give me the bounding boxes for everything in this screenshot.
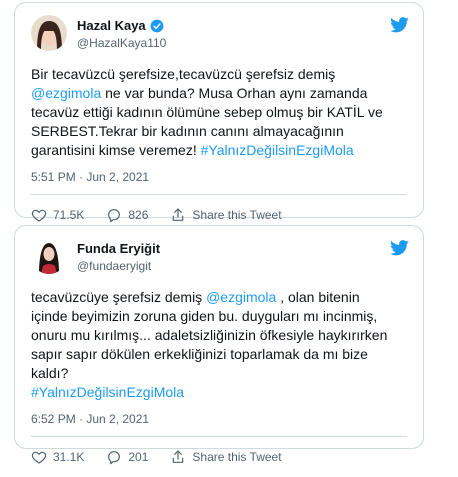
tweet-card-funda-eryigit[interactable]: Funda Eryiğit @fundaeryigit tecavüzcüye …: [14, 225, 424, 465]
share-icon: [173, 450, 184, 463]
tweet-line: onuru mu kırılmış... adaletsizliğinizin …: [31, 327, 388, 343]
heart-icon: [31, 209, 47, 222]
tweet-actions: 31.1K 201 Share this Tweet: [31, 437, 407, 477]
mention-link[interactable]: @ezgimola: [31, 85, 101, 101]
tweet-line: tecavüz ettiği kadının ölümüne sebep olm…: [31, 104, 383, 120]
share-button[interactable]: Share this Tweet: [170, 207, 282, 223]
hashtag-link[interactable]: #YalnızDeğilsinEzgiMola: [31, 384, 184, 400]
tweet-line: @ezgimola ne var bunda? Musa Orhan aynı …: [31, 85, 368, 101]
tweet-line: kaldı?: [31, 365, 69, 381]
author-handle[interactable]: @HazalKaya110: [77, 36, 166, 50]
reply-icon: [108, 209, 121, 223]
like-count: 31.1K: [53, 450, 85, 464]
tweet-text: Bir tecavüzcü şerefsize,tecavüzcü şerefs…: [31, 65, 407, 160]
avatar[interactable]: [31, 238, 67, 274]
tweet-text: tecavüzcüye şerefsiz demiş @ezgimola , o…: [31, 288, 407, 402]
tweet-card-hazal-kaya[interactable]: Hazal Kaya @HazalKaya110 Bir tecavüzcü ş…: [14, 2, 424, 223]
share-label: Share this Tweet: [192, 450, 282, 464]
like-button[interactable]: 71.5K: [31, 207, 84, 223]
reply-icon: [108, 451, 121, 465]
author-name[interactable]: Funda Eryiğit: [77, 241, 160, 256]
tweet-line: içinde beyimizin zoruna giden bu. duygul…: [31, 308, 378, 324]
share-button[interactable]: Share this Tweet: [170, 449, 282, 465]
share-icon: [173, 208, 184, 221]
reply-button[interactable]: 826: [106, 207, 148, 223]
tweet-line: SERBEST.Tekrar bir kadının canını almaya…: [31, 123, 344, 139]
author-name[interactable]: Hazal Kaya: [77, 18, 146, 33]
like-button[interactable]: 31.1K: [31, 449, 84, 465]
tweet-header: Funda Eryiğit @fundaeryigit: [31, 226, 409, 278]
mention-link[interactable]: @ezgimola: [206, 289, 276, 305]
hashtag-link[interactable]: #YalnızDeğilsinEzgiMola: [201, 142, 354, 158]
twitter-bird-icon[interactable]: [390, 17, 409, 33]
tweet-line: sapır sapır dökülen erkekliğinizi toparl…: [31, 346, 368, 362]
heart-icon: [31, 451, 47, 464]
tweet-timestamp[interactable]: 6:52 PM · Jun 2, 2021: [31, 412, 407, 426]
tweet-line: garantisini kimse veremez! #YalnızDeğils…: [31, 142, 354, 158]
tweet-header: Hazal Kaya @HazalKaya110: [31, 3, 409, 55]
tweet-line: tecavüzcüye şerefsiz demiş @ezgimola , o…: [31, 289, 360, 305]
avatar[interactable]: [31, 15, 67, 51]
author-handle[interactable]: @fundaeryigit: [77, 259, 160, 273]
reply-count: 201: [128, 450, 149, 464]
twitter-bird-icon[interactable]: [390, 240, 409, 256]
tweet-line: Bir tecavüzcü şerefsize,tecavüzcü şerefs…: [31, 66, 336, 82]
tweet-timestamp[interactable]: 5:51 PM · Jun 2, 2021: [31, 170, 407, 184]
like-count: 71.5K: [53, 208, 85, 222]
reply-button[interactable]: 201: [106, 449, 148, 465]
verified-badge-icon: [150, 19, 164, 32]
tweet-line: #YalnızDeğilsinEzgiMola: [31, 383, 407, 402]
reply-count: 826: [128, 208, 149, 222]
share-label: Share this Tweet: [192, 208, 282, 222]
